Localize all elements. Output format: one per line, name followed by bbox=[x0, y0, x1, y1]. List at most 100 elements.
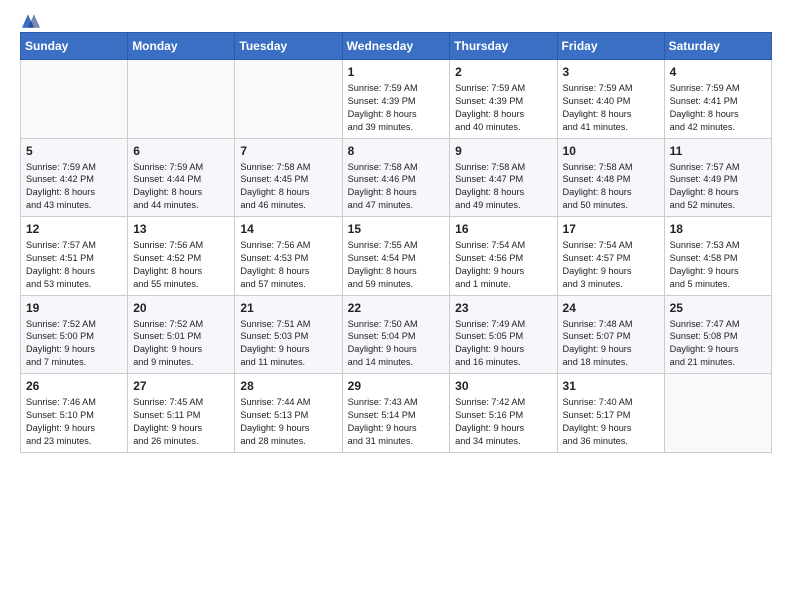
day-number: 6 bbox=[133, 144, 229, 158]
cell-content: Sunrise: 7:56 AM Sunset: 4:52 PM Dayligh… bbox=[133, 239, 229, 291]
calendar-cell: 6 Sunrise: 7:59 AM Sunset: 4:44 PM Daylig… bbox=[128, 138, 235, 217]
logo-text bbox=[20, 18, 40, 30]
day-number: 13 bbox=[133, 222, 229, 236]
calendar-cell: 31 Sunrise: 7:40 AM Sunset: 5:17 PM Dayli… bbox=[557, 374, 664, 453]
day-number: 28 bbox=[240, 379, 336, 393]
weekday-header-tuesday: Tuesday bbox=[235, 33, 342, 60]
calendar-cell: 25Sunrise: 7:47 AM Sunset: 5:08 PM Dayli… bbox=[664, 295, 771, 374]
day-number: 2 bbox=[455, 65, 551, 79]
calendar-cell: 2 Sunrise: 7:59 AM Sunset: 4:39 PM Daylig… bbox=[450, 60, 557, 139]
calendar-cell: 3 Sunrise: 7:59 AM Sunset: 4:40 PM Daylig… bbox=[557, 60, 664, 139]
calendar-cell: 29Sunrise: 7:43 AM Sunset: 5:14 PM Dayli… bbox=[342, 374, 450, 453]
cell-content: Sunrise: 7:52 AM Sunset: 5:00 PM Dayligh… bbox=[26, 318, 122, 370]
calendar-cell: 5Sunrise: 7:59 AM Sunset: 4:42 PM Daylig… bbox=[21, 138, 128, 217]
calendar-cell: 24Sunrise: 7:48 AM Sunset: 5:07 PM Dayli… bbox=[557, 295, 664, 374]
calendar-cell: 9 Sunrise: 7:58 AM Sunset: 4:47 PM Daylig… bbox=[450, 138, 557, 217]
calendar-cell: 11 Sunrise: 7:57 AM Sunset: 4:49 PM Dayli… bbox=[664, 138, 771, 217]
weekday-header-friday: Friday bbox=[557, 33, 664, 60]
cell-content: Sunrise: 7:49 AM Sunset: 5:05 PM Dayligh… bbox=[455, 318, 551, 370]
day-number: 29 bbox=[348, 379, 445, 393]
calendar-cell: 16 Sunrise: 7:54 AM Sunset: 4:56 PM Dayli… bbox=[450, 217, 557, 296]
week-row-1: 1 Sunrise: 7:59 AM Sunset: 4:39 PM Daylig… bbox=[21, 60, 772, 139]
week-row-5: 26 Sunrise: 7:46 AM Sunset: 5:10 PM Dayli… bbox=[21, 374, 772, 453]
page-container: SundayMondayTuesdayWednesdayThursdayFrid… bbox=[0, 0, 792, 471]
weekday-header-monday: Monday bbox=[128, 33, 235, 60]
day-number: 12 bbox=[26, 222, 122, 236]
day-number: 27 bbox=[133, 379, 229, 393]
cell-content: Sunrise: 7:53 AM Sunset: 4:58 PM Dayligh… bbox=[670, 239, 766, 291]
day-number: 11 bbox=[670, 144, 766, 158]
day-number: 30 bbox=[455, 379, 551, 393]
calendar-cell: 1 Sunrise: 7:59 AM Sunset: 4:39 PM Daylig… bbox=[342, 60, 450, 139]
day-number: 14 bbox=[240, 222, 336, 236]
calendar-cell: 8 Sunrise: 7:58 AM Sunset: 4:46 PM Daylig… bbox=[342, 138, 450, 217]
cell-content: Sunrise: 7:55 AM Sunset: 4:54 PM Dayligh… bbox=[348, 239, 445, 291]
calendar-cell bbox=[128, 60, 235, 139]
day-number: 10 bbox=[563, 144, 659, 158]
cell-content: Sunrise: 7:58 AM Sunset: 4:45 PM Dayligh… bbox=[240, 161, 336, 213]
cell-content: Sunrise: 7:58 AM Sunset: 4:46 PM Dayligh… bbox=[348, 161, 445, 213]
week-row-2: 5Sunrise: 7:59 AM Sunset: 4:42 PM Daylig… bbox=[21, 138, 772, 217]
cell-content: Sunrise: 7:54 AM Sunset: 4:57 PM Dayligh… bbox=[563, 239, 659, 291]
day-number: 1 bbox=[348, 65, 445, 79]
week-row-3: 12 Sunrise: 7:57 AM Sunset: 4:51 PM Dayli… bbox=[21, 217, 772, 296]
day-number: 8 bbox=[348, 144, 445, 158]
cell-content: Sunrise: 7:46 AM Sunset: 5:10 PM Dayligh… bbox=[26, 396, 122, 448]
calendar-cell: 4Sunrise: 7:59 AM Sunset: 4:41 PM Daylig… bbox=[664, 60, 771, 139]
cell-content: Sunrise: 7:59 AM Sunset: 4:41 PM Dayligh… bbox=[670, 82, 766, 134]
day-number: 26 bbox=[26, 379, 122, 393]
calendar-cell: 28 Sunrise: 7:44 AM Sunset: 5:13 PM Dayli… bbox=[235, 374, 342, 453]
calendar-cell: 26 Sunrise: 7:46 AM Sunset: 5:10 PM Dayli… bbox=[21, 374, 128, 453]
calendar-cell: 12 Sunrise: 7:57 AM Sunset: 4:51 PM Dayli… bbox=[21, 217, 128, 296]
cell-content: Sunrise: 7:57 AM Sunset: 4:49 PM Dayligh… bbox=[670, 161, 766, 213]
day-number: 20 bbox=[133, 301, 229, 315]
cell-content: Sunrise: 7:40 AM Sunset: 5:17 PM Dayligh… bbox=[563, 396, 659, 448]
cell-content: Sunrise: 7:58 AM Sunset: 4:47 PM Dayligh… bbox=[455, 161, 551, 213]
calendar-cell: 13 Sunrise: 7:56 AM Sunset: 4:52 PM Dayli… bbox=[128, 217, 235, 296]
calendar-cell: 30 Sunrise: 7:42 AM Sunset: 5:16 PM Dayli… bbox=[450, 374, 557, 453]
calendar-cell: 17 Sunrise: 7:54 AM Sunset: 4:57 PM Dayli… bbox=[557, 217, 664, 296]
day-number: 23 bbox=[455, 301, 551, 315]
cell-content: Sunrise: 7:48 AM Sunset: 5:07 PM Dayligh… bbox=[563, 318, 659, 370]
cell-content: Sunrise: 7:56 AM Sunset: 4:53 PM Dayligh… bbox=[240, 239, 336, 291]
day-number: 19 bbox=[26, 301, 122, 315]
cell-content: Sunrise: 7:44 AM Sunset: 5:13 PM Dayligh… bbox=[240, 396, 336, 448]
weekday-header-wednesday: Wednesday bbox=[342, 33, 450, 60]
day-number: 9 bbox=[455, 144, 551, 158]
cell-content: Sunrise: 7:42 AM Sunset: 5:16 PM Dayligh… bbox=[455, 396, 551, 448]
calendar-cell bbox=[235, 60, 342, 139]
weekday-header-sunday: Sunday bbox=[21, 33, 128, 60]
cell-content: Sunrise: 7:59 AM Sunset: 4:39 PM Dayligh… bbox=[348, 82, 445, 134]
logo-icon bbox=[22, 12, 40, 30]
day-number: 3 bbox=[563, 65, 659, 79]
cell-content: Sunrise: 7:59 AM Sunset: 4:44 PM Dayligh… bbox=[133, 161, 229, 213]
calendar-cell: 21Sunrise: 7:51 AM Sunset: 5:03 PM Dayli… bbox=[235, 295, 342, 374]
week-row-4: 19 Sunrise: 7:52 AM Sunset: 5:00 PM Dayli… bbox=[21, 295, 772, 374]
day-number: 17 bbox=[563, 222, 659, 236]
cell-content: Sunrise: 7:52 AM Sunset: 5:01 PM Dayligh… bbox=[133, 318, 229, 370]
day-number: 21 bbox=[240, 301, 336, 315]
day-number: 31 bbox=[563, 379, 659, 393]
day-number: 16 bbox=[455, 222, 551, 236]
calendar-cell: 20 Sunrise: 7:52 AM Sunset: 5:01 PM Dayli… bbox=[128, 295, 235, 374]
weekday-header-row: SundayMondayTuesdayWednesdayThursdayFrid… bbox=[21, 33, 772, 60]
cell-content: Sunrise: 7:47 AM Sunset: 5:08 PM Dayligh… bbox=[670, 318, 766, 370]
calendar-cell: 15Sunrise: 7:55 AM Sunset: 4:54 PM Dayli… bbox=[342, 217, 450, 296]
cell-content: Sunrise: 7:59 AM Sunset: 4:40 PM Dayligh… bbox=[563, 82, 659, 134]
page-header bbox=[20, 18, 772, 24]
cell-content: Sunrise: 7:57 AM Sunset: 4:51 PM Dayligh… bbox=[26, 239, 122, 291]
cell-content: Sunrise: 7:50 AM Sunset: 5:04 PM Dayligh… bbox=[348, 318, 445, 370]
calendar-cell: 18 Sunrise: 7:53 AM Sunset: 4:58 PM Dayli… bbox=[664, 217, 771, 296]
calendar-cell: 27Sunrise: 7:45 AM Sunset: 5:11 PM Dayli… bbox=[128, 374, 235, 453]
cell-content: Sunrise: 7:58 AM Sunset: 4:48 PM Dayligh… bbox=[563, 161, 659, 213]
calendar-table: SundayMondayTuesdayWednesdayThursdayFrid… bbox=[20, 32, 772, 453]
calendar-cell bbox=[21, 60, 128, 139]
logo bbox=[20, 18, 40, 24]
calendar-cell: 22 Sunrise: 7:50 AM Sunset: 5:04 PM Dayli… bbox=[342, 295, 450, 374]
day-number: 18 bbox=[670, 222, 766, 236]
cell-content: Sunrise: 7:59 AM Sunset: 4:39 PM Dayligh… bbox=[455, 82, 551, 134]
weekday-header-saturday: Saturday bbox=[664, 33, 771, 60]
day-number: 22 bbox=[348, 301, 445, 315]
weekday-header-thursday: Thursday bbox=[450, 33, 557, 60]
cell-content: Sunrise: 7:54 AM Sunset: 4:56 PM Dayligh… bbox=[455, 239, 551, 291]
